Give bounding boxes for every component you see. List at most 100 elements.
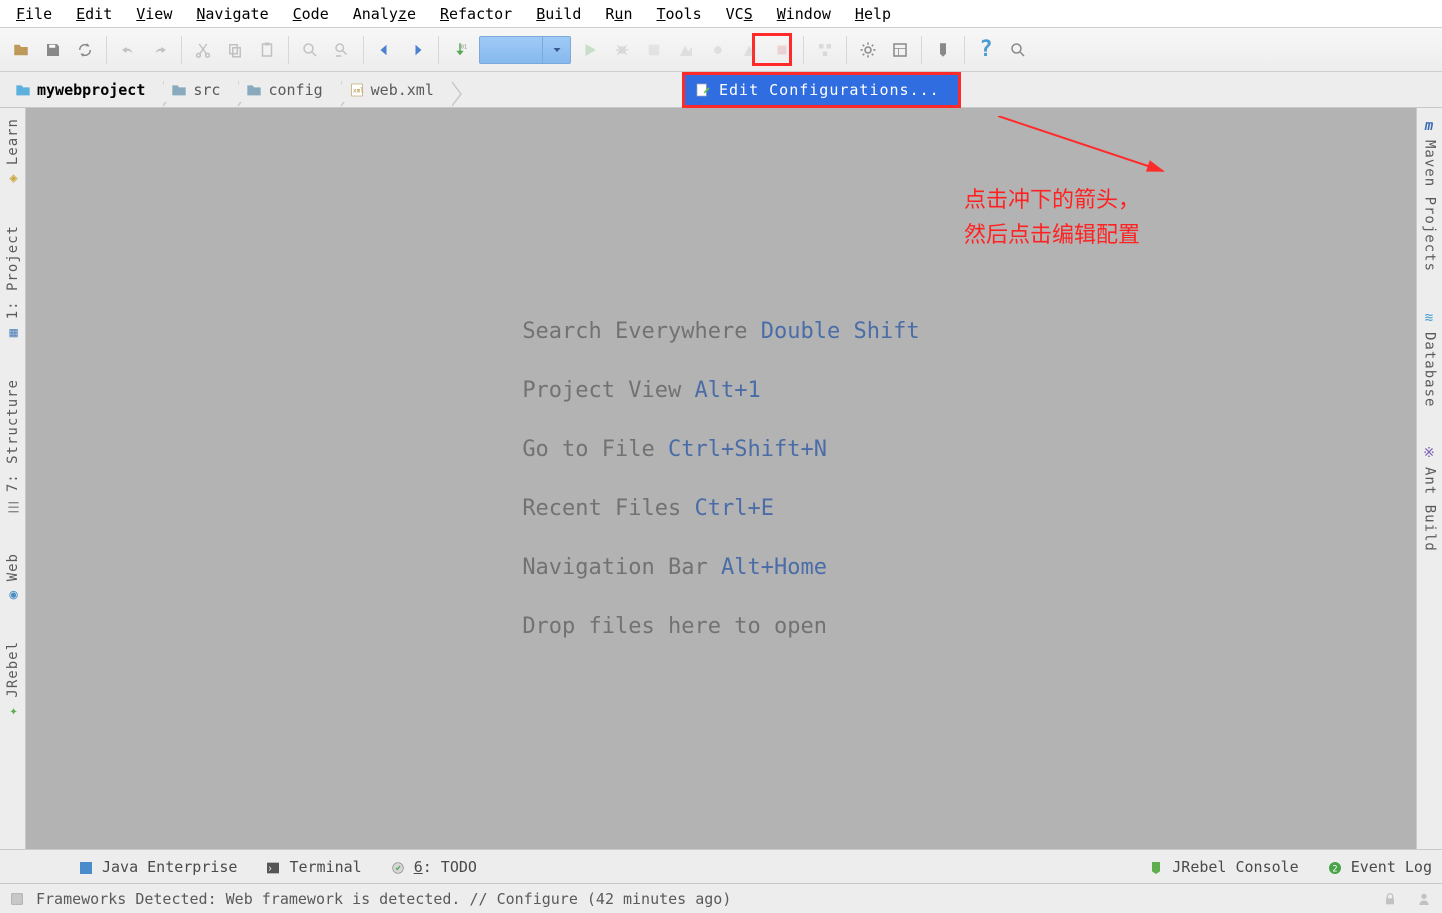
replace-icon[interactable] (327, 35, 357, 65)
breadcrumb-label: config (268, 81, 322, 99)
tab-ant[interactable]: ※ Ant Build (1420, 435, 1440, 562)
breadcrumb-label: src (193, 81, 220, 99)
menu-view[interactable]: View (124, 2, 184, 26)
project-icon: ▦ (8, 325, 17, 341)
toolbar-separator (964, 36, 965, 64)
tab-maven[interactable]: m Maven Projects (1420, 108, 1440, 282)
help-icon[interactable]: ? (971, 35, 1001, 65)
toolbar-separator (921, 36, 922, 64)
annotation-line: 点击冲下的箭头， (964, 183, 1140, 218)
tab-label: Java Enterprise (102, 858, 237, 876)
search-icon[interactable] (1003, 35, 1033, 65)
annotation-line: 然后点击编辑配置 (964, 218, 1140, 253)
tab-label: JRebel Console (1172, 858, 1298, 876)
stop-icon[interactable] (767, 35, 797, 65)
tab-jrebel-console[interactable]: JRebel Console (1148, 858, 1298, 876)
todo-icon (390, 860, 404, 874)
run-configuration-dropdown[interactable] (479, 36, 571, 64)
undo-icon[interactable] (113, 35, 143, 65)
back-icon[interactable] (370, 35, 400, 65)
status-message: Frameworks Detected: Web framework is de… (36, 890, 731, 908)
breadcrumb-file[interactable]: xml web.xml (342, 78, 453, 102)
copy-icon[interactable] (220, 35, 250, 65)
menu-vcs[interactable]: VCS (714, 2, 765, 26)
menu-run[interactable]: Run (593, 2, 644, 26)
toolbar-separator (181, 36, 182, 64)
tab-terminal[interactable]: Terminal (265, 858, 361, 876)
tab-label: 6: TODO (414, 858, 477, 876)
profile-icon[interactable] (671, 35, 701, 65)
edit-configurations-label: Edit Configurations... (719, 81, 940, 99)
menu-navigate[interactable]: Navigate (184, 2, 280, 26)
editor-empty-panel: 点击冲下的箭头， 然后点击编辑配置 Search Everywhere Doub… (26, 108, 1416, 849)
tab-label: Learn (5, 118, 21, 165)
menu-help[interactable]: Help (843, 2, 903, 26)
redo-icon[interactable] (145, 35, 175, 65)
edit-configurations-menu-item[interactable]: Edit Configurations... (682, 72, 961, 108)
breadcrumb-project[interactable]: mywebproject (8, 78, 164, 102)
project-structure-icon[interactable] (885, 35, 915, 65)
bottom-toolbar: Java Enterprise Terminal 6: TODO JRebel … (0, 849, 1442, 883)
annotation-arrow (998, 116, 1198, 186)
tab-learn[interactable]: ◈ Learn (3, 108, 23, 197)
debug2-icon[interactable] (703, 35, 733, 65)
database-icon: ≋ (1425, 310, 1434, 326)
coverage-icon[interactable] (639, 35, 669, 65)
toolbar-separator (846, 36, 847, 64)
menu-file[interactable]: File (4, 2, 64, 26)
toolbar-separator (288, 36, 289, 64)
menu-analyze[interactable]: Analyze (341, 2, 428, 26)
tab-database[interactable]: ≋ Database (1420, 300, 1440, 417)
tab-event-log[interactable]: 2 Event Log (1327, 858, 1432, 876)
tab-web[interactable]: ◉ Web (3, 543, 23, 613)
settings-icon[interactable] (853, 35, 883, 65)
toolbar-separator (106, 36, 107, 64)
jrebel-icon[interactable] (928, 35, 958, 65)
folder-icon (15, 83, 31, 97)
menu-tools[interactable]: Tools (644, 2, 713, 26)
paste-icon[interactable] (252, 35, 282, 65)
breadcrumb-src[interactable]: src (164, 78, 239, 102)
menu-build[interactable]: Build (524, 2, 593, 26)
toolbar-separator (363, 36, 364, 64)
save-icon[interactable] (38, 35, 68, 65)
chevron-down-icon[interactable] (542, 37, 570, 63)
menu-window[interactable]: Window (765, 2, 843, 26)
svg-text:2: 2 (1332, 864, 1337, 874)
lock-icon[interactable] (1382, 891, 1398, 907)
tab-java-enterprise[interactable]: Java Enterprise (78, 858, 237, 876)
tab-label: Web (5, 553, 21, 581)
tab-label: Ant Build (1422, 467, 1438, 552)
tab-project[interactable]: ▦ 1: Project (3, 215, 23, 351)
forward-icon[interactable] (402, 35, 432, 65)
xml-file-icon: xml (349, 82, 365, 98)
left-tool-gutter: ◈ Learn ▦ 1: Project ☰ 7: Structure ◉ We… (0, 108, 26, 849)
learn-icon: ◈ (8, 171, 17, 187)
open-icon[interactable] (6, 35, 36, 65)
hector-icon[interactable] (1416, 891, 1432, 907)
run-icon[interactable] (575, 35, 605, 65)
menu-refactor[interactable]: Refactor (428, 2, 524, 26)
status-bar: Frameworks Detected: Web framework is de… (0, 883, 1442, 913)
find-icon[interactable] (295, 35, 325, 65)
breadcrumb-config[interactable]: config (239, 78, 341, 102)
tab-label: Database (1422, 332, 1438, 407)
structure-icon[interactable] (810, 35, 840, 65)
hint-row: Go to File Ctrl+Shift+N (522, 437, 919, 462)
tab-label: Terminal (289, 858, 361, 876)
sync-icon[interactable] (70, 35, 100, 65)
debug-icon[interactable] (607, 35, 637, 65)
status-box-icon[interactable] (10, 892, 24, 906)
tab-structure[interactable]: ☰ 7: Structure (3, 369, 23, 524)
nav-bar: mywebproject src config xml web.xml Edit… (0, 72, 1442, 108)
tab-todo[interactable]: 6: TODO (390, 858, 477, 876)
menu-code[interactable]: Code (281, 2, 341, 26)
breadcrumbs: mywebproject src config xml web.xml (0, 72, 453, 107)
make-icon[interactable]: 01 (445, 35, 475, 65)
cut-icon[interactable] (188, 35, 218, 65)
run2-icon[interactable] (735, 35, 765, 65)
menu-edit[interactable]: Edit (64, 2, 124, 26)
tab-jrebel[interactable]: ✦ JRebel (3, 631, 23, 730)
tab-label: 1: Project (5, 225, 21, 319)
hint-row: Search Everywhere Double Shift (522, 319, 919, 344)
